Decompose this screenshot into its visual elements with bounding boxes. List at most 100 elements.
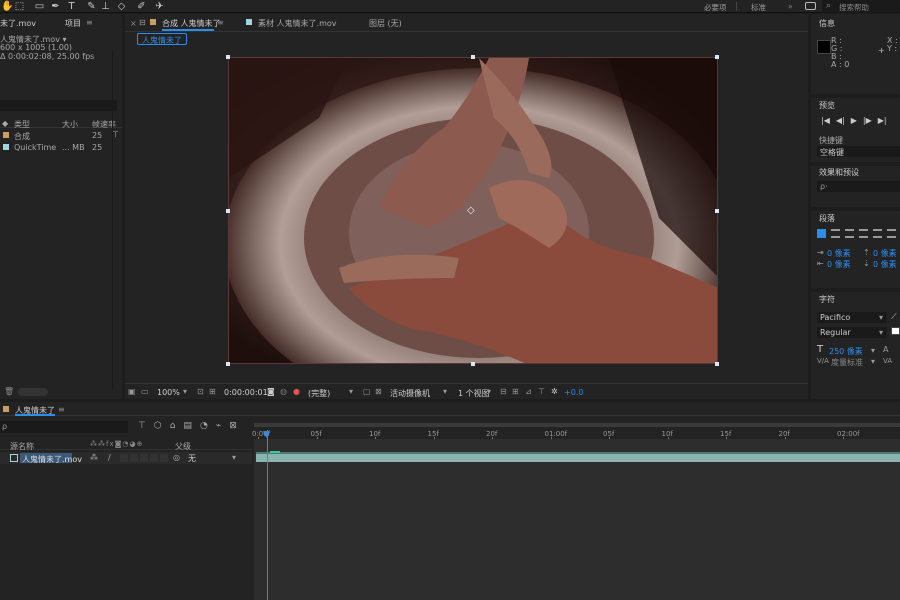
parent-select[interactable]: 无 — [188, 453, 196, 464]
always-preview-icon[interactable]: ▣ — [128, 387, 136, 396]
indent-first-value[interactable]: 0 像素 — [827, 259, 851, 270]
track-area[interactable] — [254, 439, 900, 600]
chevron-down-icon[interactable]: ▾ — [871, 346, 875, 355]
chevron-down-icon[interactable]: ▾ — [871, 357, 875, 366]
motion-blur-icon[interactable]: ◔ — [200, 421, 208, 431]
next-frame-icon[interactable]: |▶ — [863, 116, 872, 125]
effects-search-input[interactable]: ρ· — [817, 181, 900, 192]
timeline-search-input[interactable]: ρ — [0, 421, 128, 433]
font-style-select[interactable]: Regular ▾ — [817, 327, 887, 338]
justify-left-icon[interactable] — [859, 229, 868, 238]
flowchart-icon[interactable]: ⊤ — [538, 387, 545, 396]
switch-boxes[interactable] — [120, 454, 170, 462]
draft-3d-icon[interactable]: ⬡ — [154, 421, 162, 431]
monitor-icon[interactable]: ▭ — [141, 387, 149, 396]
hand-tool-icon[interactable]: ✋ — [1, 1, 13, 12]
comp-viewer[interactable]: ◇ — [125, 47, 808, 383]
chevron-down-icon[interactable]: ▾ — [443, 387, 447, 396]
justify-right-icon[interactable] — [887, 229, 896, 238]
font-family-select[interactable]: Pacifico ▾ — [817, 312, 887, 323]
workspace-standard[interactable]: 标准 — [751, 2, 766, 13]
time-navigator-bar[interactable] — [254, 423, 900, 427]
roto-brush-icon[interactable]: ✐ — [136, 1, 147, 12]
transparency-grid-icon[interactable]: ⊠ — [375, 387, 382, 396]
transform-handle[interactable] — [715, 362, 719, 366]
search-help-field[interactable]: ⌕ 搜索帮助 — [822, 0, 900, 13]
comp-subtab[interactable]: 人鬼情未了 — [137, 33, 187, 45]
transform-handle[interactable] — [471, 362, 475, 366]
flowchart-icon[interactable]: ⊤ — [112, 130, 119, 139]
close-icon[interactable]: × — [130, 19, 137, 28]
clone-stamp-icon[interactable]: ⊥ — [100, 1, 111, 12]
transform-handle[interactable] — [226, 362, 230, 366]
chevron-down-icon[interactable]: ▾ — [349, 387, 353, 396]
tab-composition[interactable]: 合成 人鬼情未了 — [162, 18, 221, 29]
resolution-select[interactable]: (完整) — [308, 388, 330, 399]
shy-switch-icon[interactable]: ⁂ — [90, 453, 98, 462]
lock-icon[interactable]: ⊟ — [139, 18, 146, 27]
bpc-toggle[interactable] — [18, 388, 48, 396]
align-right-icon[interactable] — [845, 229, 854, 238]
fast-preview-icon[interactable]: ⊞ — [512, 387, 519, 396]
layer-row[interactable]: 人鬼情未了.mov ⁂ / ◎ 无 ▾ — [0, 452, 252, 464]
views-select[interactable]: 1 个视图 — [458, 388, 490, 399]
current-time-display[interactable]: 0:00:00:01 — [224, 388, 268, 397]
quality-switch-icon[interactable]: / — [108, 453, 111, 462]
project-tab[interactable]: 项目 — [65, 18, 81, 29]
rectangle-tool-icon[interactable]: ▭ — [34, 1, 45, 12]
safe-zones-icon[interactable]: ⊡ — [197, 387, 204, 396]
font-size-value[interactable]: 250 像素 — [829, 346, 863, 357]
show-snapshot-icon[interactable]: ◍ — [280, 387, 287, 396]
chevron-down-icon[interactable]: ▾ — [487, 387, 491, 396]
col-type[interactable]: 类型 — [14, 119, 30, 130]
prev-frame-icon[interactable]: ◀| — [836, 116, 845, 125]
playhead-icon[interactable]: ▼ — [263, 430, 270, 440]
snapshot-icon[interactable]: ◙ — [267, 387, 275, 396]
timeline-icon[interactable]: ⊿ — [525, 387, 532, 396]
chevron-down-icon[interactable]: ▾ — [183, 387, 187, 396]
chevron-down-icon[interactable]: ▾ — [232, 453, 236, 462]
tab-layer[interactable]: 图层 (无) — [369, 18, 402, 29]
timeline-options-icon[interactable]: ⊠ — [229, 421, 237, 431]
col-parent[interactable]: 父级 — [175, 441, 191, 452]
project-search-input[interactable] — [0, 100, 117, 111]
graph-editor-icon[interactable]: ⌁ — [216, 421, 221, 431]
transform-handle[interactable] — [715, 209, 719, 213]
fill-color-swatch[interactable] — [891, 327, 900, 335]
time-navigator[interactable] — [254, 420, 900, 430]
region-of-interest-icon[interactable]: ▢ — [363, 387, 371, 396]
panel-menu-icon[interactable]: ≡ — [217, 18, 224, 27]
transform-handle[interactable] — [715, 55, 719, 59]
zoom-select[interactable]: 100% — [157, 388, 180, 397]
toggle-pixel-aspect-icon[interactable]: ⊟ — [500, 387, 507, 396]
eraser-tool-icon[interactable]: ◇ — [116, 1, 127, 12]
play-icon[interactable]: ▶ — [851, 116, 857, 125]
space-before-value[interactable]: 0 像素 — [873, 248, 897, 259]
align-left-icon[interactable] — [817, 229, 826, 238]
transform-handle[interactable] — [226, 55, 230, 59]
first-frame-icon[interactable]: |◀ — [821, 116, 830, 125]
label-column-icon[interactable]: ◆ — [2, 119, 8, 128]
panel-menu-icon[interactable]: ≡ — [58, 405, 65, 414]
transform-handle[interactable] — [471, 55, 475, 59]
last-frame-icon[interactable]: ▶| — [878, 116, 887, 125]
exposure-value[interactable]: +0.0 — [564, 388, 583, 397]
shortcut-select[interactable]: 空格键 — [817, 146, 900, 157]
transform-handle[interactable] — [226, 209, 230, 213]
frame-blending-icon[interactable]: ▤ — [183, 421, 192, 431]
project-item-row[interactable]: QuickTime ... MB 25 — [0, 142, 122, 153]
panel-menu-icon[interactable]: ≡ — [86, 18, 93, 27]
panel-scrollbar[interactable] — [112, 50, 113, 390]
project-item-row[interactable]: 合成 25 ⊤ — [0, 130, 122, 141]
workspace-toggle-icon[interactable] — [805, 2, 816, 10]
camera-select[interactable]: 活动摄像机 — [390, 388, 430, 399]
kerning-value[interactable]: 度量标准 — [831, 357, 863, 368]
grid-icon[interactable]: ⊞ — [209, 387, 216, 396]
layer-name-field[interactable]: 人鬼情未了.mov — [20, 453, 82, 464]
exposure-icon[interactable]: ✲ — [551, 387, 558, 396]
col-size[interactable]: 大小 — [62, 119, 78, 130]
puppet-pin-icon[interactable]: ✈ — [154, 1, 165, 12]
indent-left-value[interactable]: 0 像素 — [827, 248, 851, 259]
zoom-tool-icon[interactable]: ⬚ — [14, 1, 25, 12]
space-after-value[interactable]: 0 像素 — [873, 259, 897, 270]
